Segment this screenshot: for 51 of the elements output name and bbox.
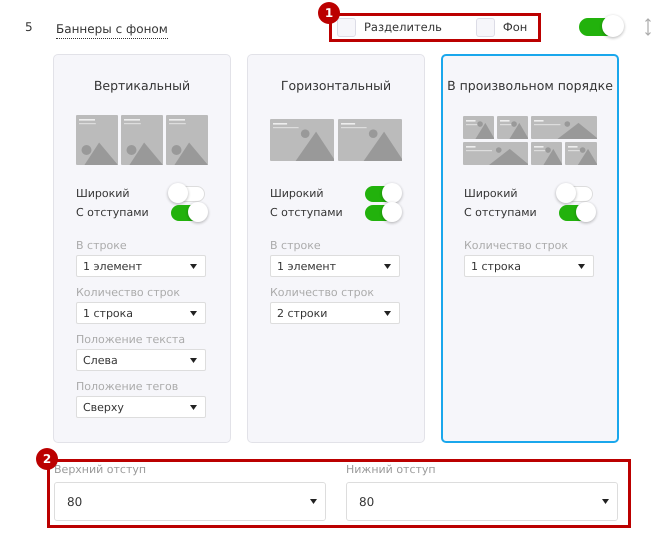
select-field[interactable]: Слева: [76, 349, 206, 371]
caret-down-icon: [190, 264, 197, 268]
caret-down-icon: [310, 499, 317, 504]
toggle-label: С отступами: [76, 206, 149, 219]
field-label: В строке: [270, 239, 322, 253]
resize-vertical-icon[interactable]: [645, 18, 651, 36]
toggle-switch[interactable]: [365, 204, 399, 220]
toggle-label: С отступами: [464, 206, 537, 219]
card-title: Горизонтальный: [280, 78, 392, 95]
checkbox-label: Фон: [502, 20, 528, 34]
select-field[interactable]: 1 элемент: [76, 255, 206, 277]
field-label: Количество строк: [76, 286, 181, 300]
toggle-switch[interactable]: [365, 186, 399, 202]
select-field[interactable]: 1 строка: [464, 255, 594, 277]
annotation-badge: 1: [318, 2, 340, 24]
toggle-switch[interactable]: [171, 204, 205, 220]
checkbox[interactable]: [476, 18, 495, 36]
caret-down-icon: [384, 264, 391, 268]
enable-toggle[interactable]: [579, 18, 621, 36]
row-number: 5: [24, 20, 34, 34]
field-label: Положение тегов: [76, 380, 180, 394]
caret-down-icon: [602, 499, 609, 504]
toggle-switch[interactable]: [559, 204, 593, 220]
checkbox-label: Разделитель: [364, 20, 442, 34]
layout-card[interactable]: Вертикальный Широкий С отступами В строке 1 элемент Количество строк 1 строка Положение текста Слева Положение тегов Сверху: [53, 54, 231, 443]
caret-down-icon: [190, 310, 197, 316]
select-field[interactable]: 1 строка: [76, 302, 206, 324]
caret-down-icon: [384, 310, 391, 316]
field-label: В строке: [76, 239, 128, 253]
checkbox[interactable]: [337, 18, 356, 36]
select-field[interactable]: 2 строки: [270, 302, 400, 324]
select-field[interactable]: 80: [346, 482, 618, 521]
card-title: Вертикальный: [94, 78, 190, 95]
field-label: Количество строк: [270, 286, 375, 300]
toggle-label: Широкий: [464, 187, 518, 200]
select-field[interactable]: 1 элемент: [270, 255, 400, 277]
caret-down-icon: [578, 264, 585, 268]
card-title: В произвольном порядке: [447, 78, 613, 95]
select-field[interactable]: Сверху: [76, 396, 206, 418]
toggle-label: Широкий: [270, 187, 324, 200]
section-title[interactable]: Баннеры с фоном: [56, 22, 168, 38]
toggle-label: Широкий: [76, 187, 130, 200]
field-label: Нижний отступ: [346, 463, 437, 478]
select-field[interactable]: 80: [54, 482, 326, 521]
layout-card[interactable]: В произвольном порядке Широкий С отступами Количество строк 1 строка: [441, 54, 619, 443]
field-label: Количество строк: [464, 239, 569, 253]
field-label: Положение текста: [76, 333, 186, 347]
caret-down-icon: [190, 358, 197, 362]
layout-card[interactable]: Горизонтальный Широкий С отступами В строке 1 элемент Количество строк 2 строки: [247, 54, 425, 443]
caret-down-icon: [190, 404, 197, 410]
toggle-label: С отступами: [270, 206, 343, 219]
